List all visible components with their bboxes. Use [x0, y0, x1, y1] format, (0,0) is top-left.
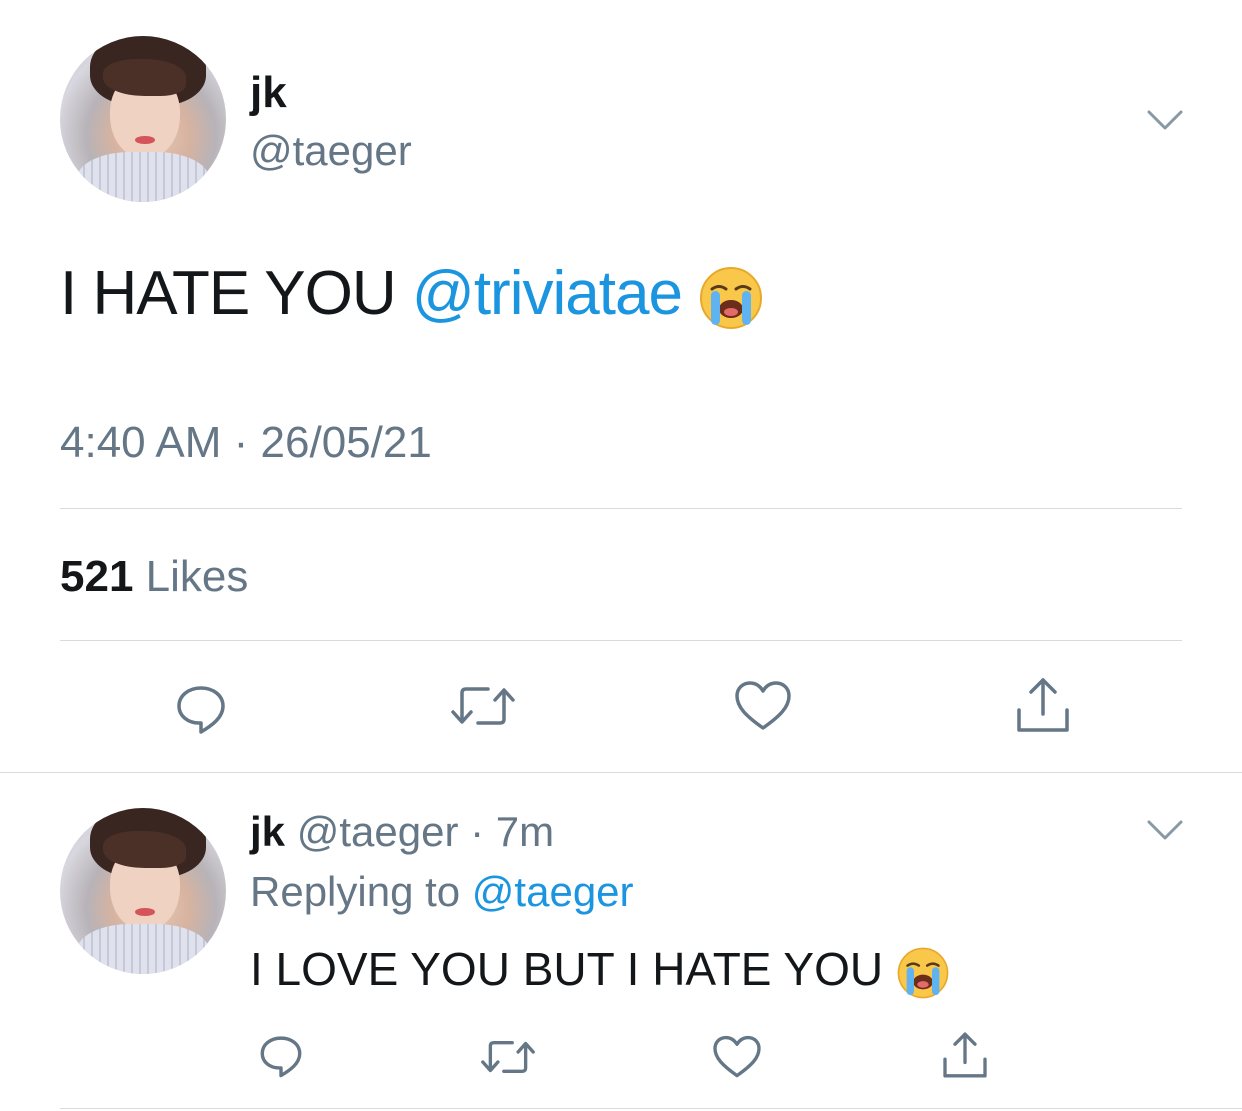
reply-icon: [177, 686, 225, 734]
tweet-date: 26/05/21: [260, 418, 432, 467]
author-display-name[interactable]: jk: [250, 68, 287, 118]
loudly-crying-face-icon: [700, 266, 763, 329]
like-button[interactable]: [710, 1034, 764, 1080]
avatar-lips: [134, 907, 155, 916]
replying-to: Replying to @taeger: [250, 868, 634, 916]
tweet-text: I HATE YOU @triviatae: [60, 258, 764, 331]
tweet-timestamp[interactable]: 4:40 AM · 26/05/21: [60, 418, 432, 468]
replying-prefix: Replying to: [250, 868, 472, 915]
reply-icon: [260, 1036, 302, 1078]
reply-text: I LOVE YOU BUT I HATE YOU: [250, 942, 950, 1000]
reply-author-handle[interactable]: @taeger: [297, 808, 459, 855]
divider: [0, 772, 1242, 773]
like-button[interactable]: [730, 676, 796, 736]
likes-count: 521: [60, 552, 134, 601]
retweet-button[interactable]: [478, 1034, 538, 1080]
reply-button[interactable]: [254, 1030, 308, 1082]
tweet-time: 4:40 AM: [60, 418, 222, 467]
author-handle[interactable]: @taeger: [250, 127, 412, 175]
chevron-down-icon[interactable]: [1146, 818, 1184, 842]
reply-author-name[interactable]: jk: [250, 808, 285, 855]
divider: [60, 640, 1182, 641]
replying-handle-link[interactable]: @taeger: [472, 868, 634, 915]
avatar-fringe: [103, 59, 187, 96]
reply-text-body: I LOVE YOU BUT I HATE YOU: [250, 943, 896, 995]
avatar[interactable]: [60, 36, 226, 202]
heart-icon: [735, 681, 791, 730]
share-icon: [943, 1032, 987, 1078]
retweet-icon: [451, 687, 515, 725]
avatar-shirt: [76, 152, 210, 202]
likes-stat[interactable]: 521 Likes: [60, 552, 248, 602]
tweet-text-body: I HATE YOU: [60, 259, 412, 328]
timestamp-separator: ·: [221, 418, 261, 467]
share-button[interactable]: [938, 1028, 992, 1082]
avatar[interactable]: [60, 808, 226, 974]
avatar-fringe: [103, 831, 187, 868]
reply-header: jk @taeger · 7m: [250, 808, 554, 856]
likes-label: Likes: [133, 552, 249, 601]
share-button[interactable]: [1010, 672, 1076, 738]
retweet-icon: [481, 1041, 535, 1073]
share-icon: [1017, 678, 1069, 732]
heart-icon: [713, 1035, 761, 1078]
reply-button[interactable]: [168, 676, 234, 742]
avatar-shirt: [76, 924, 210, 974]
divider: [60, 1108, 1242, 1109]
avatar-lips: [134, 135, 155, 144]
chevron-down-icon[interactable]: [1146, 108, 1184, 132]
mention-link[interactable]: @triviatae: [412, 259, 683, 328]
reply-separator: ·: [458, 808, 496, 855]
reply-age[interactable]: 7m: [496, 808, 554, 855]
loudly-crying-face-icon: [897, 947, 949, 999]
divider: [60, 508, 1182, 509]
retweet-button[interactable]: [448, 676, 518, 736]
